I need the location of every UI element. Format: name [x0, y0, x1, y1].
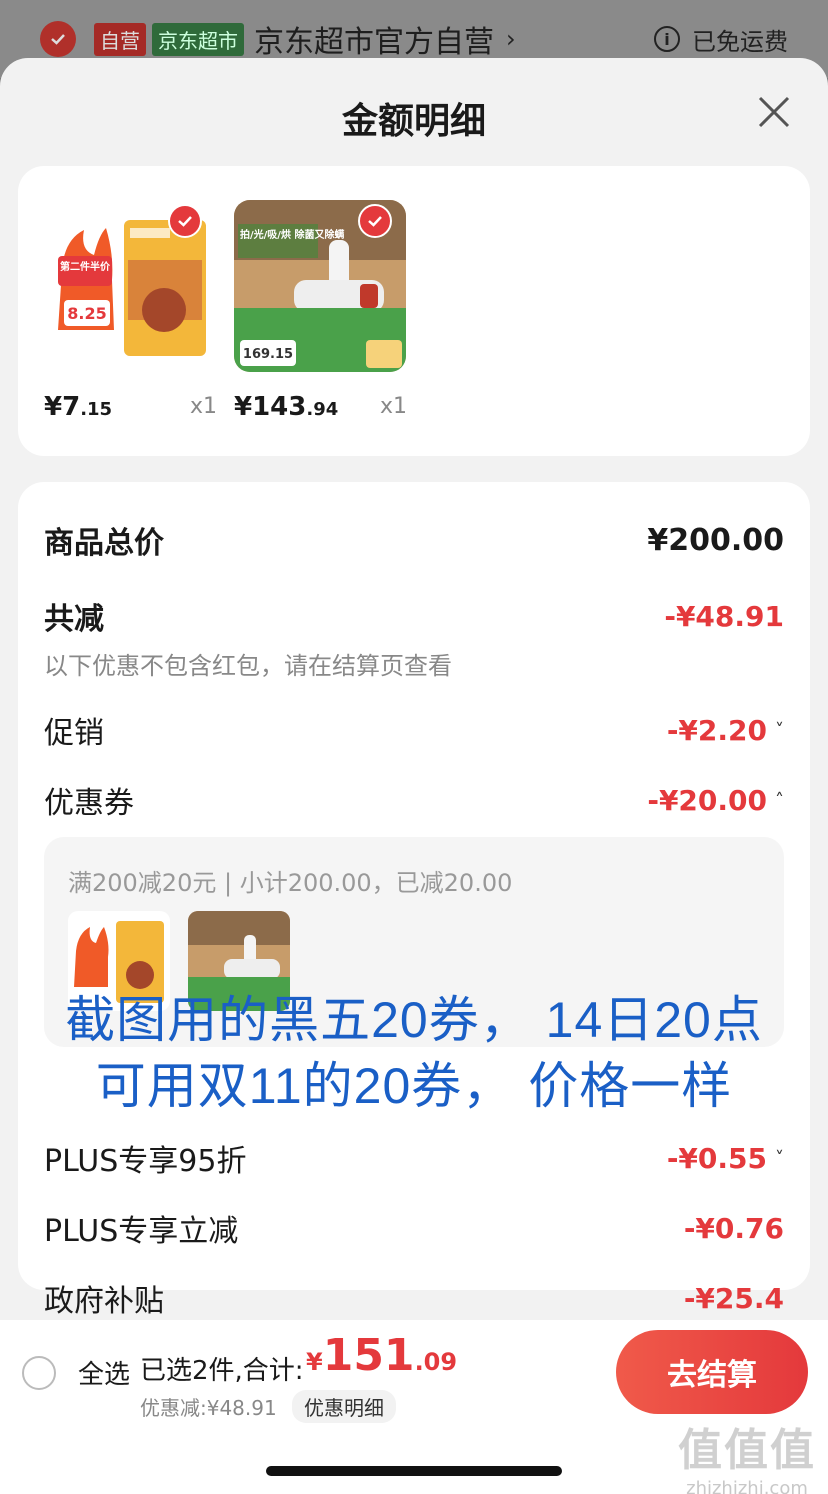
- product-check-sugar[interactable]: [168, 204, 202, 238]
- store-select-checkbox[interactable]: [40, 21, 76, 57]
- chevron-down-icon: ˅: [775, 719, 784, 741]
- discount-summary: 优惠减:¥48.91: [140, 1396, 277, 1420]
- promo-tag-text: 第二件半价: [60, 260, 111, 273]
- coupon-value: -¥20.00: [647, 783, 767, 817]
- product-price-sugar: ¥7.15: [44, 392, 112, 422]
- promo-value: -¥2.20: [666, 713, 767, 747]
- reduce-label: 共减: [44, 602, 104, 637]
- plus95-label: PLUS专享95折: [44, 1144, 247, 1179]
- select-all-label[interactable]: 全选: [78, 1354, 130, 1391]
- home-indicator: [266, 1466, 562, 1476]
- site-watermark: 值值值 zhizhizhi.com: [678, 1414, 816, 1494]
- promo-label: 促销: [44, 716, 104, 751]
- sheet-title: 金额明细: [341, 101, 486, 142]
- plus-reduce-row: PLUS专享立减 -¥0.76: [44, 1206, 784, 1250]
- jd-supermarket-badge: 京东超市: [152, 22, 244, 56]
- watermark-url: zhizhizhi.com: [686, 1478, 808, 1494]
- checkout-button[interactable]: 去结算: [616, 1330, 808, 1414]
- total-label: 商品总价: [44, 526, 164, 561]
- gov-subsidy-row: 政府补贴 -¥25.4: [44, 1276, 784, 1320]
- total-value: ¥200.00: [647, 522, 784, 558]
- price-decimal: .15: [80, 399, 113, 420]
- product-check-vacuum[interactable]: [358, 204, 392, 238]
- gov-subsidy-value: -¥25.4: [683, 1281, 784, 1315]
- products-card: 第二件半价 8.25 ¥7.15 x1 拍/光/吸/烘 除菌又除螨 169.15…: [18, 166, 810, 456]
- chevron-up-icon: ˄: [775, 789, 784, 811]
- plus95-value-group: -¥0.55 ˅: [667, 1142, 784, 1175]
- shipping-info[interactable]: i 已免运费: [654, 22, 788, 57]
- product-qty-sugar: x1: [190, 394, 218, 419]
- watermark-logo: 值值值: [678, 1425, 816, 1476]
- coupon-label: 优惠券: [44, 786, 134, 821]
- checkout-bar: 全选 已选2件,合计: ¥151.09 优惠减:¥48.91 优惠明细 去结算 …: [0, 1320, 828, 1494]
- overlay-annotation-line2: 可用双11的20券， 价格一样: [95, 1058, 733, 1114]
- coupon-row[interactable]: 优惠券 -¥20.00 ˄: [44, 778, 784, 822]
- total-integer: 151: [322, 1330, 415, 1381]
- reduce-value: -¥48.91: [664, 599, 784, 633]
- promo-price-text: 8.25: [67, 304, 106, 323]
- reduce-row: 共减 -¥48.91: [44, 594, 784, 638]
- close-button[interactable]: [756, 94, 792, 130]
- check-icon: [178, 216, 192, 227]
- coupon-description: 满200减20元 | 小计200.00，已减20.00: [68, 869, 513, 897]
- self-operated-badge: 自营: [94, 22, 146, 56]
- overlay-annotation-line1: 截图用的黑五20券， 14日20点: [65, 992, 763, 1048]
- product-price-vacuum: ¥143.94: [234, 392, 338, 422]
- amount-detail-sheet: 金额明细 第二件半价 8.25 ¥7.15 x1 拍/光/吸/烘 除菌又除螨 1…: [0, 58, 828, 1494]
- store-name[interactable]: 京东超市官方自营: [254, 17, 494, 61]
- selected-count: 已选2件,合计:: [140, 1356, 304, 1386]
- plus95-value: -¥0.55: [666, 1141, 767, 1175]
- currency-symbol: ¥: [306, 1348, 323, 1376]
- total-amount: ¥151.09: [306, 1330, 457, 1381]
- total-row: 商品总价 ¥200.00: [44, 518, 784, 562]
- plus-reduce-label: PLUS专享立减: [44, 1214, 239, 1249]
- promo-row[interactable]: 促销 -¥2.20 ˅: [44, 708, 784, 752]
- plus-reduce-value: -¥0.76: [683, 1211, 784, 1245]
- check-icon: [51, 34, 65, 45]
- discount-detail-link[interactable]: 优惠明细: [292, 1390, 396, 1423]
- close-icon: [758, 96, 790, 128]
- select-all-radio[interactable]: [22, 1356, 56, 1390]
- price-integer: ¥7: [44, 392, 81, 422]
- price-detail-card: 商品总价 ¥200.00 共减 -¥48.91 以下优惠不包含红包，请在结算页查…: [18, 482, 810, 1319]
- promo-price-text: 169.15: [243, 347, 293, 362]
- plus95-row[interactable]: PLUS专享95折 -¥0.55 ˅: [44, 1136, 784, 1180]
- product-qty-vacuum: x1: [380, 394, 408, 419]
- price-decimal: .94: [306, 399, 339, 420]
- promo-value-group: -¥2.20 ˅: [667, 714, 784, 747]
- coupon-value-group: -¥20.00 ˄: [647, 784, 784, 817]
- price-integer: ¥143: [234, 392, 307, 422]
- check-icon: [368, 216, 382, 227]
- chevron-down-icon: ˅: [775, 1147, 784, 1169]
- shipping-status: 已免运费: [692, 27, 788, 56]
- chevron-right-icon: ›: [506, 25, 516, 53]
- promo-tag-text: 拍/光/吸/烘 除菌又除螨: [240, 228, 344, 241]
- reduce-note: 以下优惠不包含红包，请在结算页查看: [44, 652, 452, 680]
- gov-subsidy-label: 政府补贴: [44, 1284, 164, 1319]
- info-icon: i: [654, 26, 680, 52]
- total-decimal: .09: [414, 1348, 458, 1376]
